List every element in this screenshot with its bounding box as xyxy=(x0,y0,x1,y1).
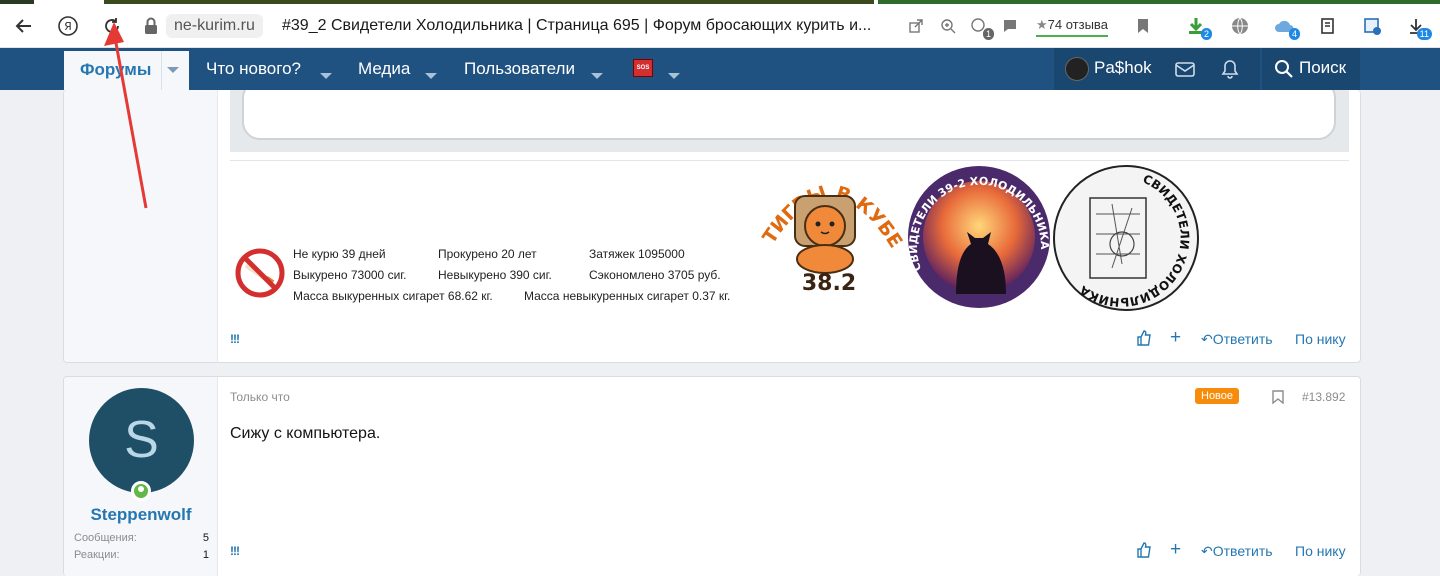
tab-forums-label: Форумы xyxy=(80,60,152,79)
like-icon[interactable] xyxy=(1136,330,1152,346)
extension-icon[interactable]: 1 xyxy=(966,14,994,40)
marks-link[interactable]: !!! xyxy=(230,332,240,346)
post-footer: !!! + ↶Ответить По нику xyxy=(230,539,1350,562)
nav-whats-new[interactable]: Что нового? xyxy=(206,59,301,79)
stat-not-smoking: Не курю 39 дней xyxy=(293,247,386,261)
chevron-down-icon xyxy=(167,67,179,73)
reply-icon: ↶ xyxy=(1201,543,1213,559)
avatar[interactable]: S xyxy=(89,388,194,493)
by-nick-button[interactable]: По нику xyxy=(1295,331,1346,347)
bookmark-icon[interactable] xyxy=(1272,390,1284,404)
signature-stats: Не курю 39 дней Прокурено 20 лет Затяжек… xyxy=(234,247,744,317)
stat-smoked-mass: Масса выкуренных сигарет 68.62 кг. xyxy=(293,289,493,303)
by-nick-button[interactable]: По нику xyxy=(1295,543,1346,559)
page-title[interactable]: #39_2 Свидетели Холодильника | Страница … xyxy=(282,14,871,38)
account-username[interactable]: Pa$hok xyxy=(1094,58,1152,78)
quote-inner xyxy=(242,90,1336,140)
add-reaction-button[interactable]: + xyxy=(1170,539,1181,561)
chevron-down-icon[interactable] xyxy=(591,66,603,84)
svg-text:Я: Я xyxy=(64,20,72,33)
stat-puffs: Затяжек 1095000 xyxy=(589,247,685,261)
search-label: Поиск xyxy=(1299,58,1347,77)
lock-icon[interactable] xyxy=(143,17,159,35)
downloads-icon[interactable]: 11 xyxy=(1404,14,1432,40)
browser-toolbar: Я ne-kurim.ru #39_2 Свидетели Холодильни… xyxy=(0,4,1440,48)
fridge-sketch-badge-image: СВИДЕТЕЛИ ХОЛОДИЛЬНИКА 39-2 xyxy=(1052,164,1199,311)
mail-icon[interactable] xyxy=(1174,58,1196,80)
online-status-icon xyxy=(131,481,151,501)
svg-text:38.2: 38.2 xyxy=(802,271,856,294)
globe-icon[interactable] xyxy=(1228,14,1252,38)
yandex-icon[interactable]: Я xyxy=(56,14,80,38)
marks-link[interactable]: !!! xyxy=(230,544,240,558)
add-reaction-button[interactable]: + xyxy=(1170,327,1181,349)
chevron-down-icon[interactable] xyxy=(320,66,332,84)
user-avatar[interactable] xyxy=(1065,57,1089,81)
post: S Steppenwolf Сообщения: 5 Реакции: 1 То… xyxy=(63,376,1361,576)
cloud-icon[interactable]: 4 xyxy=(1272,14,1300,40)
post-user-column xyxy=(64,90,218,362)
stat-smoked-cigs: Выкурено 73000 сиг. xyxy=(293,268,407,282)
new-badge: Новое xyxy=(1195,388,1240,404)
bookmark-icon[interactable] xyxy=(1131,14,1155,38)
cat-fridge-badge-image: СВИДЕТЕЛИ 39-2 ХОЛОДИЛЬНИКА xyxy=(907,166,1051,308)
reply-button[interactable]: ↶Ответить xyxy=(1201,543,1273,560)
sos-icon[interactable]: SOS xyxy=(633,59,653,77)
chat-icon[interactable] xyxy=(998,14,1022,38)
zoom-icon[interactable] xyxy=(936,14,960,38)
user-messages-stat: Сообщения: 5 xyxy=(74,532,209,544)
user-reactions-stat: Реакции: 1 xyxy=(74,549,209,561)
chevron-down-icon[interactable] xyxy=(668,66,680,84)
like-icon[interactable] xyxy=(1136,542,1152,558)
bell-icon[interactable] xyxy=(1219,58,1241,80)
forum-navbar: Форумы Что нового? Медиа Пользователи SO… xyxy=(0,48,1440,90)
search-button[interactable]: Поиск xyxy=(1262,48,1360,90)
collections-icon[interactable] xyxy=(1316,14,1340,38)
stat-smoked-years: Прокурено 20 лет xyxy=(438,247,537,261)
reply-icon: ↶ xyxy=(1201,331,1213,347)
post-number[interactable]: #13.892 xyxy=(1302,390,1345,404)
download-ext-icon[interactable]: 2 xyxy=(1184,14,1212,40)
quote-block xyxy=(230,90,1349,152)
back-icon[interactable] xyxy=(12,14,36,38)
post: Не курю 39 дней Прокурено 20 лет Затяжек… xyxy=(63,90,1361,363)
screenshot-icon[interactable] xyxy=(1360,14,1384,38)
post-body: Сижу с компьютера. xyxy=(230,425,381,442)
post-author-name[interactable]: Steppenwolf xyxy=(64,505,218,525)
reload-icon[interactable] xyxy=(100,14,124,38)
chevron-down-icon[interactable] xyxy=(425,66,437,84)
url-domain[interactable]: ne-kurim.ru xyxy=(166,14,263,38)
post-footer: !!! + ↶Ответить По нику xyxy=(230,327,1350,350)
stat-unsmoked-cigs: Невыкурено 390 сиг. xyxy=(438,268,552,282)
post-date[interactable]: Только что xyxy=(230,390,290,404)
star-icon: ★ xyxy=(1036,17,1048,32)
reviews-badge[interactable]: ★74 отзыва xyxy=(1036,15,1108,37)
tab-forums[interactable]: Форумы xyxy=(64,48,189,90)
post-user-column: S Steppenwolf Сообщения: 5 Реакции: 1 xyxy=(64,377,218,576)
tiger-sticker-image: ТИГРЫ В КУБЕ 38.2 xyxy=(758,182,905,294)
stat-saved-money: Сэкономлено 3705 руб. xyxy=(589,268,721,282)
stat-unsmoked-mass: Масса невыкуренных сигарет 0.37 кг. xyxy=(524,289,731,303)
signature-divider xyxy=(230,160,1349,161)
search-icon xyxy=(1275,60,1293,78)
share-icon[interactable] xyxy=(904,14,928,38)
nav-media[interactable]: Медиа xyxy=(358,59,410,79)
forums-menu-toggle[interactable] xyxy=(161,51,183,90)
nav-users[interactable]: Пользователи xyxy=(464,59,575,79)
reply-button[interactable]: ↶Ответить xyxy=(1201,331,1273,348)
